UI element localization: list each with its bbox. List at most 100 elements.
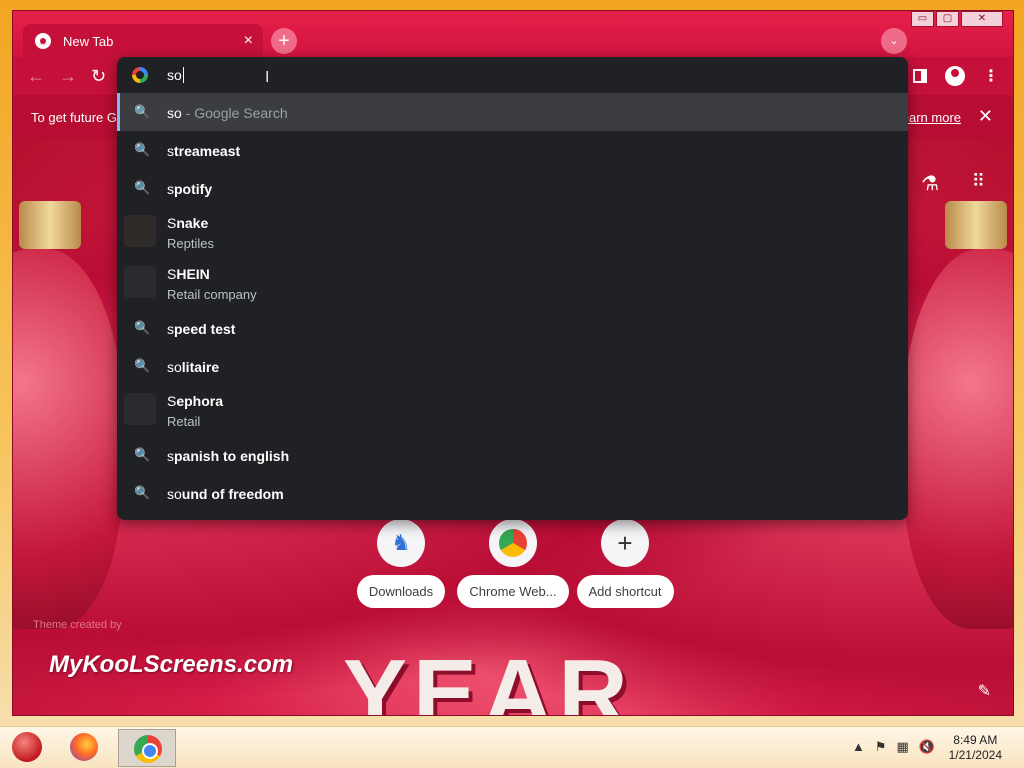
ornament-cap-left	[19, 201, 81, 249]
suggestion-desc: - Google Search	[181, 105, 288, 121]
address-input[interactable]: so	[167, 67, 184, 83]
suggestion-rest: peed test	[174, 321, 236, 337]
suggestion-typed: s	[167, 321, 174, 337]
system-tray: ▲ ⚑ ▦ 🔇	[852, 739, 935, 755]
minimize-button[interactable]: ▭	[911, 11, 934, 27]
chrome-favicon-icon	[35, 33, 51, 49]
suggestion-text: SHEIN	[167, 266, 210, 282]
suggestion-text: Snake	[167, 215, 208, 231]
profile-avatar-icon[interactable]	[945, 66, 965, 86]
suggestion-rest: ephora	[176, 393, 224, 409]
customize-pencil-icon[interactable]: ✎	[978, 681, 991, 701]
suggestion-item[interactable]: Snake Reptiles	[117, 207, 908, 258]
suggestion-item[interactable]: 🔍 sound of freedom	[117, 474, 908, 512]
suggestion-typed: S	[167, 266, 177, 282]
side-panel-icon[interactable]	[913, 69, 927, 83]
suggestion-item[interactable]: SHEIN Retail company	[117, 258, 908, 309]
chrome-webstore-icon	[489, 519, 537, 567]
text-caret	[182, 67, 184, 83]
address-bar[interactable]: so I	[117, 57, 908, 93]
suggestion-rest: litaire	[181, 359, 220, 375]
suggestion-rest: treameast	[174, 143, 241, 159]
network-icon[interactable]: ▦	[897, 739, 909, 755]
suggestion-text: streameast	[167, 143, 240, 159]
suggestion-item[interactable]: 🔍 spanish to english	[117, 436, 908, 474]
suggestion-rest: und of freedom	[181, 486, 284, 502]
suggestion-item[interactable]: 🔍 streameast	[117, 131, 908, 169]
shortcut-label: Downloads	[356, 575, 446, 608]
more-menu-icon[interactable]: ⋮	[983, 66, 999, 86]
suggestion-typed: S	[167, 393, 177, 409]
window-controls: ▭ ▢ ✕	[911, 11, 1003, 27]
ibeam-cursor-icon: I	[265, 69, 270, 86]
ornament-right	[903, 249, 1013, 629]
search-icon: 🔍	[134, 180, 151, 195]
shortcut-chrome-web-store[interactable]: Chrome Web...	[457, 519, 569, 608]
shortcuts-row: ♞ Downloads Chrome Web... + Add shortcut	[349, 519, 677, 608]
entity-thumbnail	[124, 266, 156, 298]
search-icon: 🔍	[134, 142, 151, 157]
suggestion-text: speed test	[167, 321, 235, 337]
labs-flask-icon[interactable]: ⚗	[921, 171, 939, 196]
forward-icon[interactable]: →	[59, 66, 77, 87]
shortcut-downloads[interactable]: ♞ Downloads	[349, 519, 453, 608]
suggestion-text: solitaire	[167, 359, 219, 375]
suggestion-typed: S	[167, 215, 177, 231]
firefox-icon[interactable]	[70, 733, 98, 761]
tray-chevron-icon[interactable]: ▲	[852, 739, 865, 755]
search-icon: 🔍	[134, 447, 151, 462]
shortcut-label: Add shortcut	[576, 575, 674, 608]
suggestion-text: Sephora	[167, 393, 223, 409]
reload-icon[interactable]: ↻	[91, 66, 106, 87]
suggestion-item[interactable]: 🔍 spotify	[117, 169, 908, 207]
suggestion-item[interactable]: Sephora Retail	[117, 385, 908, 436]
volume-muted-icon[interactable]: 🔇	[919, 739, 935, 755]
suggestion-subtitle: Reptiles	[167, 236, 214, 251]
new-tab-button[interactable]: +	[271, 28, 297, 54]
suggestion-typed: so	[167, 359, 182, 375]
suggestion-rest: nake	[176, 215, 209, 231]
title-bar: New Tab × + ⌄ ▭ ▢ ✕	[13, 11, 1013, 58]
learn-more-link[interactable]: earn more	[902, 110, 961, 125]
start-ornament-icon[interactable]	[12, 732, 42, 762]
search-icon: 🔍	[134, 358, 151, 373]
suggestion-list: 🔍 so - Google Search 🔍 streameast 🔍 spot…	[117, 93, 908, 512]
watermark-text: MyKooLScreens.com	[49, 651, 294, 678]
theme-credit[interactable]: Theme created by	[33, 619, 122, 631]
shortcut-label: Chrome Web...	[457, 575, 569, 608]
tab-search-button[interactable]: ⌄	[881, 28, 907, 54]
suggestion-text: spanish to english	[167, 448, 289, 464]
year-art-text: YEAR	[343, 640, 634, 716]
info-bar-text: To get future G	[31, 110, 117, 125]
suggestion-item[interactable]: 🔍 speed test	[117, 309, 908, 347]
back-icon[interactable]: ←	[27, 66, 45, 87]
info-bar-close-icon[interactable]: ✕	[978, 106, 993, 127]
suggestion-text: so - Google Search	[167, 105, 288, 121]
google-logo-icon	[132, 67, 148, 83]
suggestion-text: sound of freedom	[167, 486, 284, 502]
taskbar-chrome-button[interactable]	[118, 729, 176, 767]
system-clock[interactable]: 8:49 AM 1/21/2024	[949, 733, 1002, 763]
close-window-button[interactable]: ✕	[961, 11, 1003, 27]
suggestion-text: spotify	[167, 181, 212, 197]
maximize-button[interactable]: ▢	[936, 11, 959, 27]
entity-thumbnail	[124, 393, 156, 425]
search-icon: 🔍	[134, 320, 151, 335]
suggestion-item[interactable]: 🔍 solitaire	[117, 347, 908, 385]
tab-new-tab[interactable]: New Tab ×	[23, 24, 263, 58]
suggestion-subtitle: Retail	[167, 414, 201, 429]
suggestion-typed: s	[167, 181, 174, 197]
suggestion-rest: potify	[174, 181, 213, 197]
suggestion-rest: panish to english	[174, 448, 290, 464]
search-icon: 🔍	[134, 485, 151, 500]
omnibox-dropdown: so I 🔍 so - Google Search 🔍 streameast 🔍…	[117, 57, 908, 520]
flag-icon[interactable]: ⚑	[875, 739, 887, 755]
suggestion-typed: so	[167, 105, 182, 121]
shortcut-add[interactable]: + Add shortcut	[573, 519, 677, 608]
entity-thumbnail	[124, 215, 156, 247]
suggestion-item[interactable]: 🔍 so - Google Search	[117, 93, 908, 131]
suggestion-subtitle: Retail company	[167, 287, 257, 302]
clock-date: 1/21/2024	[948, 748, 1002, 762]
tab-close-icon[interactable]: ×	[244, 33, 253, 49]
google-apps-icon[interactable]: ⠿	[972, 171, 985, 192]
